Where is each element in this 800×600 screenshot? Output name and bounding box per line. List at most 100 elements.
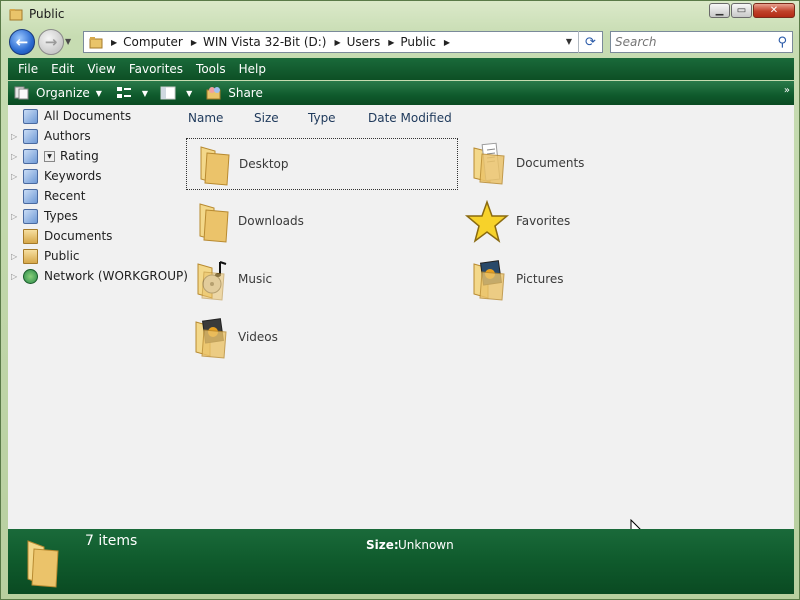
- rating-dropdown-icon[interactable]: ▼: [44, 150, 55, 162]
- expand-arrow-icon[interactable]: ▷: [11, 252, 21, 261]
- refresh-icon[interactable]: ⟳: [578, 31, 602, 53]
- menu-view[interactable]: View: [87, 62, 115, 76]
- menu-bar: File Edit View Favorites Tools Help: [8, 58, 794, 80]
- breadcrumb-separator-icon[interactable]: ▶: [388, 38, 394, 47]
- column-date-modified[interactable]: Date Modified: [368, 111, 452, 125]
- file-item-music[interactable]: Music: [186, 254, 458, 306]
- search-input[interactable]: [615, 33, 765, 51]
- file-item-documents[interactable]: Documents: [464, 138, 736, 190]
- breadcrumb-drive[interactable]: WIN Vista 32-Bit (D:): [203, 35, 327, 49]
- organize-label: Organize: [36, 86, 90, 100]
- recent-pages-dropdown-icon[interactable]: ▼: [65, 37, 71, 46]
- search-box[interactable]: ⚲: [610, 31, 793, 53]
- nav-item-network[interactable]: ▷ Network (WORKGROUP): [8, 267, 188, 285]
- column-type[interactable]: Type: [308, 111, 336, 125]
- file-item-desktop[interactable]: Desktop: [186, 138, 458, 190]
- share-icon: [206, 87, 221, 100]
- toolbar-overflow-icon[interactable]: »: [784, 85, 790, 96]
- folder-icon: [23, 228, 38, 244]
- expand-arrow-icon[interactable]: ▷: [11, 172, 21, 181]
- nav-item-recent[interactable]: Recent: [8, 187, 85, 205]
- breadcrumb-users[interactable]: Users: [347, 35, 381, 49]
- nav-item-documents[interactable]: Documents: [8, 227, 112, 245]
- details-pane: 7 items Size: Unknown: [8, 529, 794, 594]
- close-button[interactable]: ✕: [753, 3, 795, 18]
- layout-icon: [160, 86, 176, 100]
- breadcrumb-computer[interactable]: Computer: [123, 35, 183, 49]
- pictures-folder-icon: [473, 260, 505, 301]
- folder-icon: [9, 9, 23, 21]
- menu-tools[interactable]: Tools: [196, 62, 226, 76]
- forward-button[interactable]: →: [38, 29, 64, 55]
- file-item-pictures[interactable]: Pictures: [464, 254, 736, 306]
- share-label: Share: [228, 86, 263, 100]
- layout-dropdown-icon: ▼: [186, 88, 193, 98]
- back-button[interactable]: ←: [9, 29, 35, 55]
- column-size[interactable]: Size: [254, 111, 279, 125]
- views-icon: [116, 87, 131, 98]
- item-count: 7 items: [85, 533, 138, 549]
- views-dropdown-icon: ▼: [141, 88, 149, 98]
- command-bar: Organize ▼ ▼ ▼ Share »: [8, 81, 794, 105]
- address-dropdown-icon[interactable]: ▼: [566, 37, 572, 46]
- virtual-folder-icon: [23, 148, 38, 164]
- menu-favorites[interactable]: Favorites: [129, 62, 183, 76]
- videos-folder-icon: [195, 318, 227, 359]
- nav-item-authors[interactable]: ▷ Authors: [8, 127, 91, 145]
- nav-item-types[interactable]: ▷ Types: [8, 207, 78, 225]
- title-bar[interactable]: Public ▁ ▭ ✕: [1, 1, 800, 27]
- breadcrumb-separator-icon[interactable]: ▶: [191, 38, 197, 47]
- address-bar[interactable]: ▶ Computer ▶ WIN Vista 32-Bit (D:) ▶ Use…: [83, 31, 603, 53]
- nav-item-public[interactable]: ▷ Public: [8, 247, 80, 265]
- window-title: Public: [29, 7, 65, 21]
- folder-icon: [27, 540, 59, 588]
- organize-icon: [14, 86, 29, 100]
- expand-arrow-icon[interactable]: ▷: [11, 152, 21, 161]
- nav-item-all-documents[interactable]: All Documents: [8, 107, 131, 125]
- search-icon[interactable]: ⚲: [777, 35, 787, 50]
- views-button[interactable]: ▼: [116, 86, 148, 100]
- explorer-window: Public ▁ ▭ ✕ ← → ▼ ▶ Computer ▶ WIN Vist…: [0, 0, 800, 600]
- navigation-pane: All Documents ▷ Authors ▷ ▼ Rating ▷ Key…: [8, 105, 188, 529]
- virtual-folder-icon: [23, 128, 38, 144]
- column-header: Name Size Type Date Modified: [184, 105, 794, 131]
- network-icon: [23, 268, 38, 284]
- layout-button[interactable]: ▼: [160, 86, 192, 100]
- breadcrumb-public[interactable]: Public: [400, 35, 436, 49]
- star-icon: [464, 200, 510, 243]
- share-button[interactable]: Share: [206, 86, 263, 100]
- minimize-button[interactable]: ▁: [709, 3, 730, 18]
- expand-arrow-icon[interactable]: ▷: [11, 132, 21, 141]
- organize-dropdown-icon: ▼: [95, 88, 102, 98]
- breadcrumb-separator-icon[interactable]: ▶: [111, 38, 117, 47]
- folder-icon: [199, 203, 229, 243]
- size-value: Unknown: [398, 538, 454, 552]
- nav-item-rating[interactable]: ▷ ▼ Rating: [8, 147, 99, 165]
- content-area: All Documents ▷ Authors ▷ ▼ Rating ▷ Key…: [8, 105, 794, 540]
- organize-button[interactable]: Organize ▼: [14, 86, 102, 100]
- virtual-folder-icon: [23, 188, 38, 204]
- file-list: Desktop Documents Downloads Favorites Mu…: [184, 131, 794, 529]
- folder-icon: [23, 248, 38, 264]
- menu-file[interactable]: File: [18, 62, 38, 76]
- expand-arrow-icon[interactable]: ▷: [11, 272, 21, 281]
- expand-arrow-icon[interactable]: ▷: [11, 212, 21, 221]
- music-folder-icon: [197, 261, 227, 301]
- size-label: Size:: [366, 538, 399, 552]
- column-name[interactable]: Name: [188, 111, 223, 125]
- folder-icon: [89, 36, 103, 48]
- file-item-downloads[interactable]: Downloads: [186, 196, 458, 248]
- nav-item-keywords[interactable]: ▷ Keywords: [8, 167, 102, 185]
- breadcrumb-separator-icon[interactable]: ▶: [334, 38, 340, 47]
- maximize-button[interactable]: ▭: [731, 3, 752, 18]
- menu-help[interactable]: Help: [239, 62, 266, 76]
- file-item-favorites[interactable]: Favorites: [464, 196, 736, 248]
- virtual-folder-icon: [23, 108, 38, 124]
- breadcrumb-separator-icon[interactable]: ▶: [444, 38, 450, 47]
- window-controls: ▁ ▭ ✕: [708, 3, 795, 19]
- virtual-folder-icon: [23, 208, 38, 224]
- menu-edit[interactable]: Edit: [51, 62, 74, 76]
- folder-icon: [200, 146, 230, 186]
- file-item-videos[interactable]: Videos: [186, 312, 458, 364]
- virtual-folder-icon: [23, 168, 38, 184]
